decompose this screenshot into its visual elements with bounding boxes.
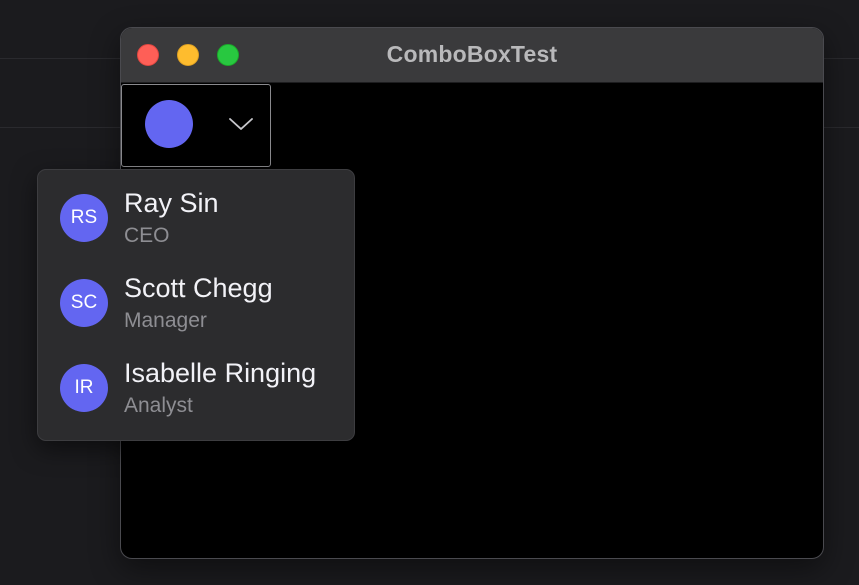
window-title: ComboBoxTest <box>386 41 558 67</box>
option-role: Manager <box>124 309 207 332</box>
user-combobox[interactable] <box>121 84 271 167</box>
dropdown-option-isabelle-ringing[interactable]: IR Isabelle Ringing Analyst <box>38 346 354 431</box>
option-name: Ray Sin <box>124 188 219 218</box>
dropdown-option-ray-sin[interactable]: RS Ray Sin CEO <box>38 176 354 261</box>
chevron-down-icon <box>229 118 253 130</box>
option-role: CEO <box>124 224 170 247</box>
title-bar[interactable]: ComboBoxTest <box>121 28 823 83</box>
option-role: Analyst <box>124 394 193 417</box>
dropdown-option-scott-chegg[interactable]: SC Scott Chegg Manager <box>38 261 354 346</box>
option-name: Isabelle Ringing <box>124 358 317 388</box>
avatar: RS <box>60 194 108 242</box>
selected-color-swatch <box>145 100 193 148</box>
combobox-dropdown: RS Ray Sin CEO SC Scott Chegg Manager IR… <box>37 169 355 441</box>
avatar: IR <box>60 364 108 412</box>
option-name: Scott Chegg <box>124 273 273 303</box>
avatar: SC <box>60 279 108 327</box>
